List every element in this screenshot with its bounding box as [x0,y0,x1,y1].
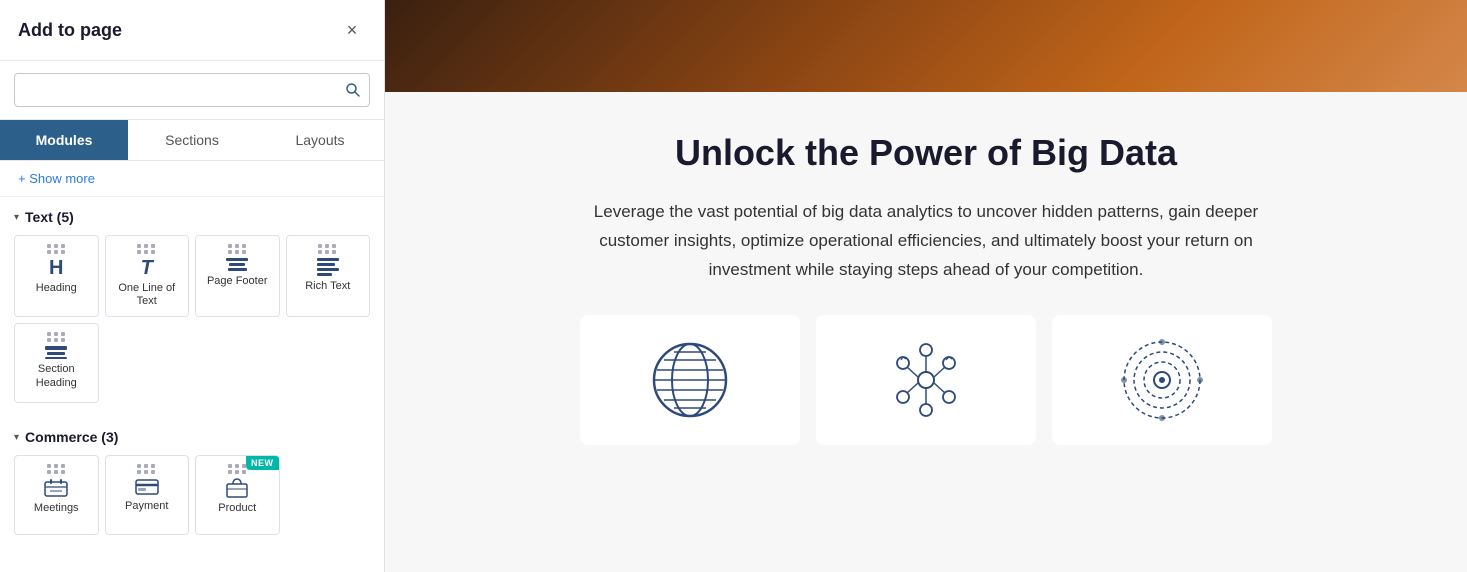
search-icon [345,82,361,98]
heading-icon-area: H [47,244,66,278]
rich-text-dots [318,244,337,254]
feature-card-1 [580,315,800,445]
panel-content: ▾ Text (5) H Heading [0,197,384,572]
text-group: ▾ Text (5) H Heading [0,197,384,407]
page-footer-icon-area [226,244,248,271]
feature-card-2 [816,315,1036,445]
product-icon-area [225,464,249,498]
meetings-dots [47,464,66,474]
show-more-label: + Show more [18,171,95,186]
new-badge: NEW [246,456,279,470]
payment-icon-area [135,464,159,496]
search-input[interactable] [15,74,369,106]
meetings-symbol [44,478,68,498]
section-heading-icon-area [45,332,67,359]
feature-cards-row [465,315,1387,445]
globe-lines-icon [645,335,735,425]
heading-symbol: H [49,258,63,278]
page-body-text: Leverage the vast potential of big data … [576,198,1276,285]
text-group-label: Text (5) [25,209,74,225]
target-circles-icon [1117,335,1207,425]
page-footer-symbol [226,258,248,271]
chevron-down-icon: ▾ [14,212,19,223]
hero-image [385,0,1467,92]
add-to-page-panel: Add to page × Modules Sections Layouts +… [0,0,385,572]
commerce-module-grid: Meetings Paym [14,455,370,535]
module-product[interactable]: NEW Product [195,455,280,535]
show-more-row: + Show more [0,161,384,197]
payment-label: Payment [125,500,168,513]
page-heading: Unlock the Power of Big Data [465,132,1387,174]
heading-label: Heading [36,282,77,295]
one-line-label: One Line of Text [110,282,185,308]
module-one-line-text[interactable]: T One Line of Text [105,235,190,317]
tab-sections[interactable]: Sections [128,120,256,160]
tab-modules[interactable]: Modules [0,120,128,160]
page-footer-dots [228,244,247,254]
meetings-label: Meetings [34,502,79,515]
payment-symbol [135,478,159,496]
feature-card-3 [1052,315,1272,445]
one-line-dots [137,244,156,254]
product-dots [228,464,247,474]
module-payment[interactable]: Payment [105,455,190,535]
search-input-wrap [14,73,370,107]
one-line-symbol: T [141,258,153,278]
commerce-group-header[interactable]: ▾ Commerce (3) [14,429,370,445]
page-content-area: Unlock the Power of Big Data Leverage th… [385,92,1467,572]
section-heading-label: Section Heading [19,363,94,389]
panel-header: Add to page × [0,0,384,61]
one-line-icon-area: T [137,244,156,278]
text-group-header[interactable]: ▾ Text (5) [14,209,370,225]
commerce-chevron-icon: ▾ [14,432,19,443]
module-section-heading[interactable]: Section Heading [14,323,99,403]
network-arrows-icon [881,335,971,425]
commerce-group: ▾ Commerce (3) [0,417,384,539]
panel-title: Add to page [18,20,122,41]
text-module-grid: H Heading T One Line of Text [14,235,370,403]
payment-dots [137,464,156,474]
page-footer-label: Page Footer [207,275,268,288]
rich-text-label: Rich Text [305,280,350,293]
main-content-panel: Unlock the Power of Big Data Leverage th… [385,0,1467,572]
product-label: Product [218,502,256,515]
commerce-group-label: Commerce (3) [25,429,118,445]
module-page-footer[interactable]: Page Footer [195,235,280,317]
section-heading-symbol [45,346,67,359]
module-rich-text[interactable]: Rich Text [286,235,371,317]
search-container [0,61,384,120]
tabs-container: Modules Sections Layouts [0,120,384,161]
close-button[interactable]: × [338,16,366,44]
show-more-button[interactable]: + Show more [18,171,95,186]
rich-text-symbol [317,258,339,276]
section-heading-dots [47,332,66,342]
module-heading[interactable]: H Heading [14,235,99,317]
heading-dots [47,244,66,254]
meetings-icon-area [44,464,68,498]
module-meetings[interactable]: Meetings [14,455,99,535]
product-symbol [225,478,249,498]
search-button[interactable] [345,82,361,98]
tab-layouts[interactable]: Layouts [256,120,384,160]
rich-text-icon-area [317,244,339,276]
close-icon: × [347,20,358,41]
